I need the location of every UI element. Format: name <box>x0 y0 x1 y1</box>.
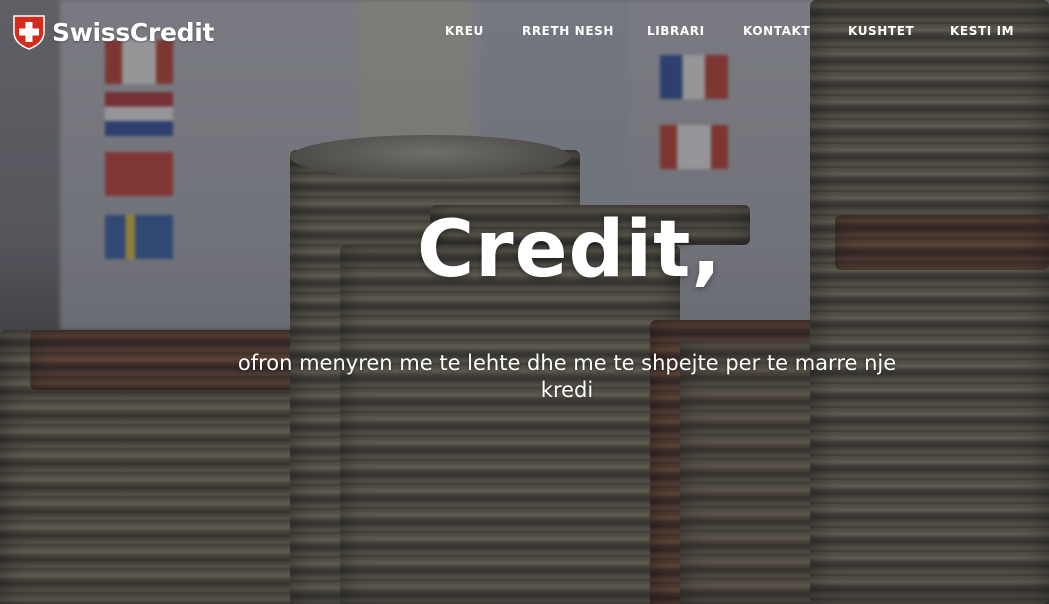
swiss-shield-icon <box>13 15 45 50</box>
hero-background-image <box>0 0 1049 604</box>
hero-dark-overlay <box>0 0 1049 604</box>
nav-link-kushtet[interactable]: KUSHTET <box>848 24 914 38</box>
hero-headline: Credit, <box>416 205 723 295</box>
nav-link-kesti-im[interactable]: KESTI IM <box>950 24 1014 38</box>
nav-link-kontakt[interactable]: KONTAKT <box>743 24 810 38</box>
brand-name: SwissCredit <box>52 17 215 47</box>
nav-link-rreth-nesh[interactable]: RRETH NESH <box>522 24 614 38</box>
nav-link-librari[interactable]: LIBRARI <box>647 24 705 38</box>
nav-link-kreu[interactable]: KREU <box>445 24 484 38</box>
hero-subheadline: ofron menyren me te lehte dhe me te shpe… <box>237 351 897 402</box>
brand-logo-link[interactable]: SwissCredit <box>12 14 214 50</box>
